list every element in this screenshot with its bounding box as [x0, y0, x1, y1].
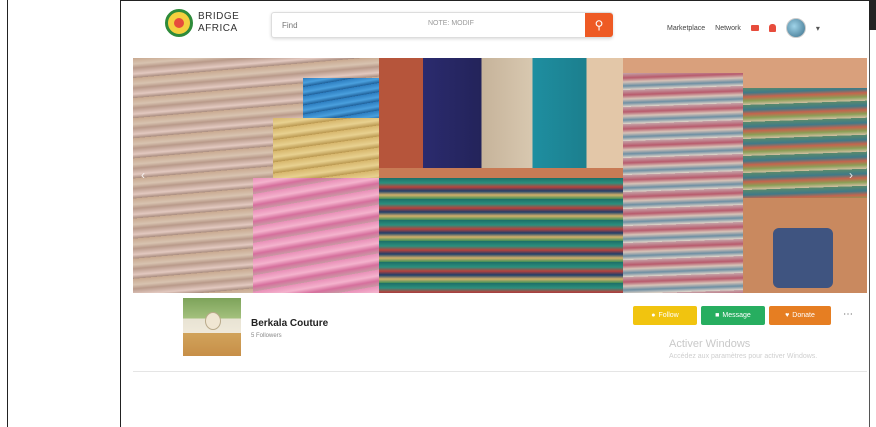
- chevron-down-icon[interactable]: ▾: [816, 24, 820, 33]
- logo-line-2: AFRICA: [198, 23, 238, 34]
- profile-bar: Berkala Couture 5 Followers ● Follow ■ M…: [133, 293, 867, 371]
- carousel-prev-icon[interactable]: ‹: [141, 168, 145, 182]
- message-label: Message: [722, 312, 751, 319]
- donate-button[interactable]: ♥ Donate: [769, 306, 831, 325]
- search-bar: NOTE: MODIF ⚲: [271, 12, 613, 38]
- chat-icon: ■: [715, 312, 720, 319]
- message-button[interactable]: ■ Message: [701, 306, 765, 325]
- fabric-bag: [773, 228, 833, 288]
- avatar[interactable]: [785, 18, 806, 38]
- donate-label: Donate: [792, 312, 815, 319]
- cover-image-2: [379, 58, 623, 293]
- profile-person: [205, 312, 221, 330]
- bell-icon[interactable]: [768, 24, 776, 32]
- cover-image-1: [133, 58, 379, 293]
- search-button[interactable]: ⚲: [585, 13, 613, 37]
- window-frame-right: [869, 0, 870, 427]
- profile-followers: 5 Followers: [251, 333, 282, 339]
- windows-activation-title: Activer Windows: [669, 338, 751, 350]
- fabric-stack-left: [623, 73, 743, 293]
- follow-button[interactable]: ● Follow: [633, 306, 697, 325]
- site-logo[interactable]: BRIDGE AFRICA: [165, 9, 239, 37]
- site-header: BRIDGE AFRICA NOTE: MODIF ⚲ Marketplace …: [121, 1, 869, 45]
- logo-text: BRIDGE AFRICA: [198, 11, 239, 35]
- fabric-hanging: [379, 58, 623, 168]
- more-options-icon[interactable]: ⋯: [843, 309, 853, 320]
- carousel-next-icon[interactable]: ›: [849, 168, 853, 182]
- nav-link-marketplace[interactable]: Marketplace: [667, 25, 705, 32]
- follow-label: Follow: [658, 312, 679, 319]
- search-icon: ⚲: [594, 18, 604, 32]
- logo-icon: [165, 9, 193, 37]
- windows-activation-subtitle: Accédez aux paramètres pour activer Wind…: [669, 353, 818, 360]
- fabric-shelf-stack: [379, 178, 623, 293]
- gift-icon: ♥: [785, 312, 790, 319]
- cover-banner: ‹ ›: [133, 58, 867, 293]
- profile-photo[interactable]: [183, 298, 241, 356]
- window-frame-left: [7, 0, 8, 427]
- cover-image-3: [623, 58, 867, 293]
- search-hint: NOTE: MODIF: [428, 20, 474, 27]
- window-frame-divider: [120, 0, 121, 427]
- scrollbar-cap[interactable]: [868, 0, 876, 30]
- message-icon[interactable]: [750, 25, 759, 31]
- logo-line-1: BRIDGE: [198, 11, 240, 22]
- profile-name[interactable]: Berkala Couture: [251, 318, 328, 329]
- profile-divider: [133, 371, 867, 372]
- user-plus-icon: ●: [651, 312, 656, 319]
- fabric-stack-gold: [273, 118, 379, 178]
- nav-link-network[interactable]: Network: [715, 25, 741, 32]
- fabric-stack-pink: [253, 178, 379, 293]
- top-nav: Marketplace Network ▾: [667, 18, 820, 38]
- fabric-stack-blue: [303, 78, 379, 118]
